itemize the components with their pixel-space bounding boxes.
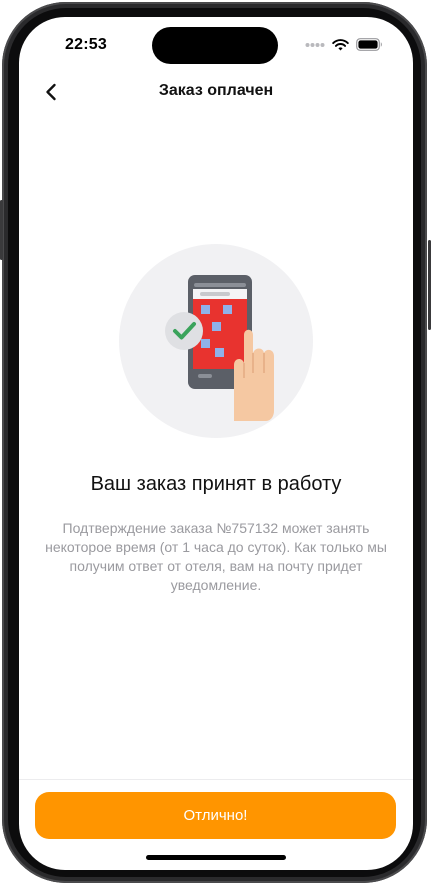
phone-screen: 22:53 Заказ оплачен Ваш заказ принят в р… [19,17,413,870]
battery-icon [356,38,382,51]
bottom-divider [19,779,413,780]
navigation-bar: Заказ оплачен [19,73,413,113]
status-icons [305,38,383,51]
wifi-icon [332,38,349,50]
chevron-left-icon [46,83,56,101]
signal-dots-icon [305,42,325,47]
back-button[interactable] [37,77,65,107]
page-title: Заказ оплачен [158,82,274,99]
phone-with-hotel-and-check-illustration [119,244,313,438]
confirmation-message: Подтверждение заказа №757132 может занят… [45,520,387,593]
status-bar: 22:53 [19,17,413,73]
dynamic-island [152,27,278,64]
ok-button[interactable]: Отлично! [35,792,396,839]
home-indicator[interactable] [146,855,286,860]
headline: Ваш заказ принят в работу [90,473,342,495]
status-time: 22:53 [65,36,107,53]
side-button-left [0,200,3,260]
